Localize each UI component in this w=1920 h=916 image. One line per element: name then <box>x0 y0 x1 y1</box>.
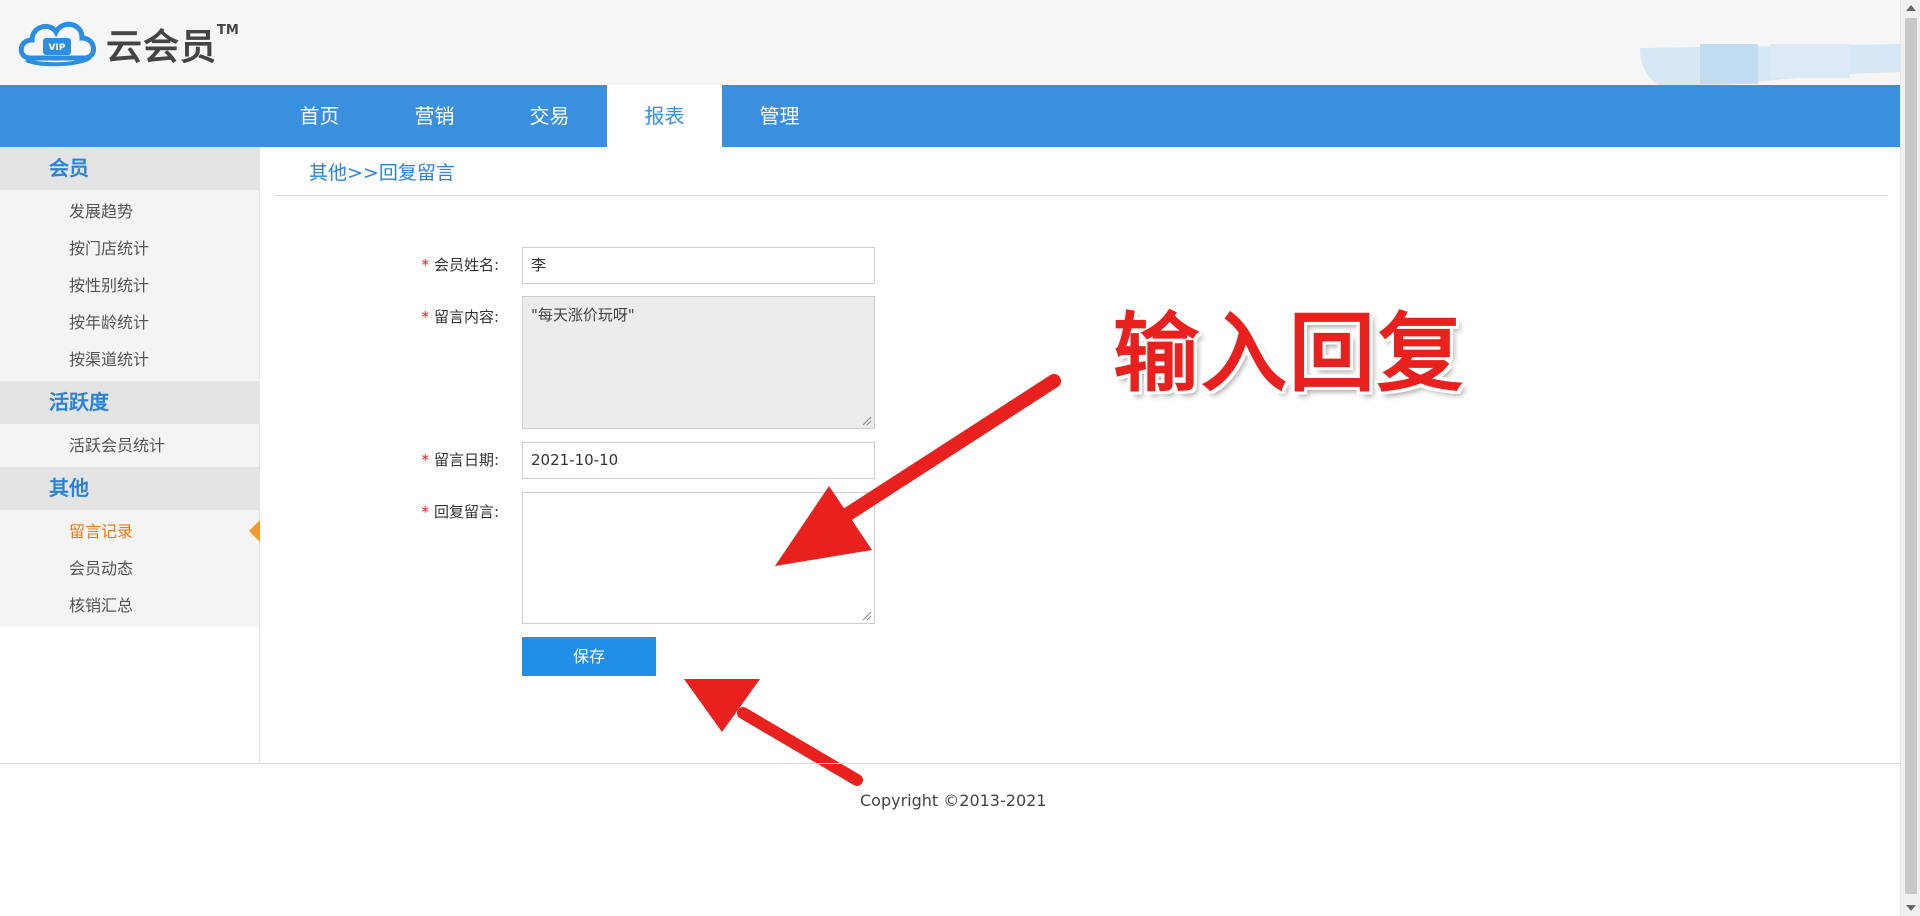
main-content: 其他>>回复留言 * 会员姓名: 李 * 留言内容: "每天涨价玩呀" * 留言日期:… <box>261 147 1900 763</box>
scroll-down-icon[interactable] <box>1906 905 1916 911</box>
nav-tab-marketing[interactable]: 营销 <box>377 85 492 147</box>
brand-logo[interactable]: VIP 云会员 TM <box>16 14 239 74</box>
message-content-label: * 留言内容: <box>421 308 499 326</box>
message-content-text: "每天涨价玩呀" <box>531 306 635 324</box>
sidebar-group-other-items: 留言记录 会员动态 核销汇总 <box>0 510 260 627</box>
required-mark: * <box>421 308 429 326</box>
save-button[interactable]: 保存 <box>522 637 656 676</box>
nav-tab-home[interactable]: 首页 <box>262 85 377 147</box>
member-name-field[interactable]: 李 <box>522 247 875 284</box>
resize-grip-icon[interactable] <box>862 611 872 621</box>
required-mark: * <box>421 503 429 521</box>
reply-textarea[interactable] <box>522 492 875 624</box>
vertical-scrollbar[interactable] <box>1900 0 1920 916</box>
footer-divider <box>0 763 1900 764</box>
nav-tab-manage[interactable]: 管理 <box>722 85 837 147</box>
breadcrumb: 其他>>回复留言 <box>309 162 455 184</box>
sidebar-item-active-members[interactable]: 活跃会员统计 <box>0 427 259 464</box>
sidebar-item-by-age[interactable]: 按年龄统计 <box>0 304 259 341</box>
sidebar-item-by-gender[interactable]: 按性别统计 <box>0 267 259 304</box>
sidebar-item-message-records[interactable]: 留言记录 <box>0 513 260 550</box>
resize-grip-icon[interactable] <box>862 416 872 426</box>
title-divider <box>274 195 1888 196</box>
sidebar-item-redemption-summary[interactable]: 核销汇总 <box>0 587 259 624</box>
sidebar-group-other: 其他 <box>0 467 259 510</box>
sidebar-item-by-channel[interactable]: 按渠道统计 <box>0 341 259 378</box>
brand-name: 云会员 <box>106 27 218 68</box>
nav-tab-trade[interactable]: 交易 <box>492 85 607 147</box>
annotation-text: 输入回复 <box>1113 304 1465 404</box>
sidebar-item-growth-trend[interactable]: 发展趋势 <box>0 193 259 230</box>
scroll-thumb[interactable] <box>1905 18 1917 894</box>
sidebar-group-members: 会员 <box>0 147 259 190</box>
nav-tabs: 首页 营销 交易 报表 管理 <box>262 85 837 147</box>
sidebar-group-members-items: 发展趋势 按门店统计 按性别统计 按年龄统计 按渠道统计 <box>0 190 259 381</box>
sidebar-group-activity-items: 活跃会员统计 <box>0 424 259 467</box>
brand-trademark: TM <box>217 22 239 38</box>
message-date-field[interactable]: 2021-10-10 <box>522 442 875 479</box>
cloud-vip-logo-icon: VIP <box>16 14 102 74</box>
sidebar-item-label: 留言记录 <box>69 522 134 541</box>
sidebar: 会员 发展趋势 按门店统计 按性别统计 按年龄统计 按渠道统计 活跃度 活跃会员… <box>0 147 260 763</box>
logo-badge: VIP <box>49 43 66 53</box>
scroll-up-icon[interactable] <box>1906 5 1916 11</box>
message-date-label: * 留言日期: <box>421 451 499 469</box>
sidebar-group-activity: 活跃度 <box>0 381 259 424</box>
member-name-label: * 会员姓名: <box>421 256 499 274</box>
message-content-field[interactable]: "每天涨价玩呀" <box>522 296 875 429</box>
active-marker-icon <box>249 520 260 542</box>
reply-label: * 回复留言: <box>421 503 499 521</box>
main-nav: 首页 营销 交易 报表 管理 <box>0 85 1900 147</box>
required-mark: * <box>421 451 429 469</box>
top-header: VIP 云会员 TM <box>0 0 1900 90</box>
required-mark: * <box>421 256 429 274</box>
sidebar-item-member-activity[interactable]: 会员动态 <box>0 550 259 587</box>
sidebar-item-by-store[interactable]: 按门店统计 <box>0 230 259 267</box>
nav-tab-reports[interactable]: 报表 <box>607 85 722 147</box>
copyright-text: Copyright ©2013-2021 <box>860 791 1047 810</box>
